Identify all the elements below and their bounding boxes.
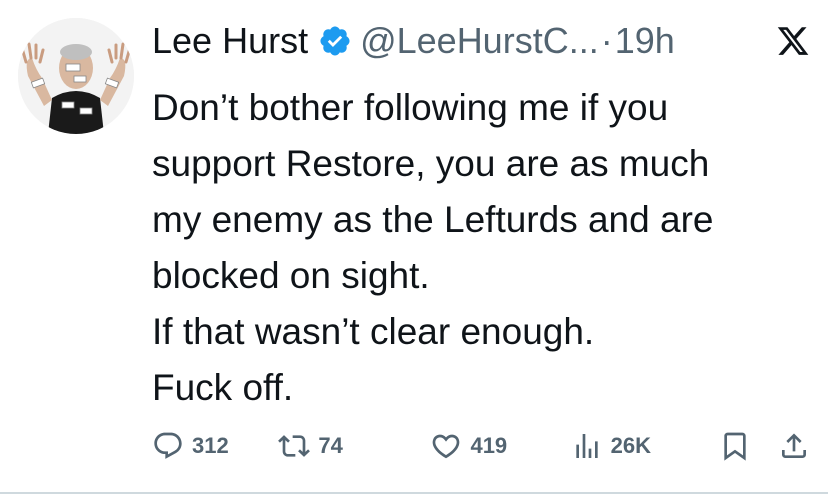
verified-badge-icon — [320, 26, 350, 56]
x-logo-icon — [777, 27, 809, 55]
avatar[interactable] — [18, 18, 134, 134]
tweet-card[interactable]: Lee Hurst @LeeHurstC... · 19h Don’t both… — [0, 0, 828, 496]
author-handle[interactable]: @LeeHurstC... — [360, 20, 599, 62]
views-chart-icon — [575, 434, 598, 458]
tweet-text-line: support Restore, you are as much — [152, 143, 710, 184]
tweet-text-line: Don’t bother following me if you — [152, 87, 669, 128]
share-icon — [782, 433, 807, 458]
retweet-count: 74 — [318, 433, 343, 458]
views-count: 26K — [610, 433, 652, 458]
separator-dot: · — [600, 20, 613, 61]
reply-count: 312 — [192, 433, 229, 458]
retweet-button[interactable]: 74 — [278, 430, 430, 462]
reply-icon — [154, 432, 182, 459]
display-name[interactable]: Lee Hurst — [152, 20, 308, 62]
tweet-text-line: Fuck off. — [152, 367, 294, 408]
timestamp[interactable]: 19h — [615, 20, 675, 62]
share-button[interactable] — [778, 430, 810, 462]
bookmark-icon — [724, 432, 746, 461]
views-button[interactable]: 26K — [571, 430, 719, 462]
bookmark-button[interactable] — [719, 430, 778, 462]
avatar-image — [18, 18, 134, 134]
reply-button[interactable]: 312 — [152, 430, 278, 462]
action-bar: 312 74 419 26K — [152, 424, 810, 468]
tweet-text: Don’t bother following me if you support… — [152, 80, 812, 416]
tweet-header: Lee Hurst @LeeHurstC... · 19h — [152, 18, 810, 64]
tweet-text-line: If that wasn’t clear enough. — [152, 311, 595, 352]
tweet-text-line: my enemy as the Lefturds and are — [152, 199, 714, 240]
like-button[interactable]: 419 — [430, 430, 570, 462]
heart-icon — [433, 434, 460, 459]
divider — [0, 492, 828, 494]
retweet-icon — [278, 435, 311, 457]
like-count: 419 — [470, 433, 508, 458]
tweet-text-line: blocked on sight. — [152, 255, 430, 296]
